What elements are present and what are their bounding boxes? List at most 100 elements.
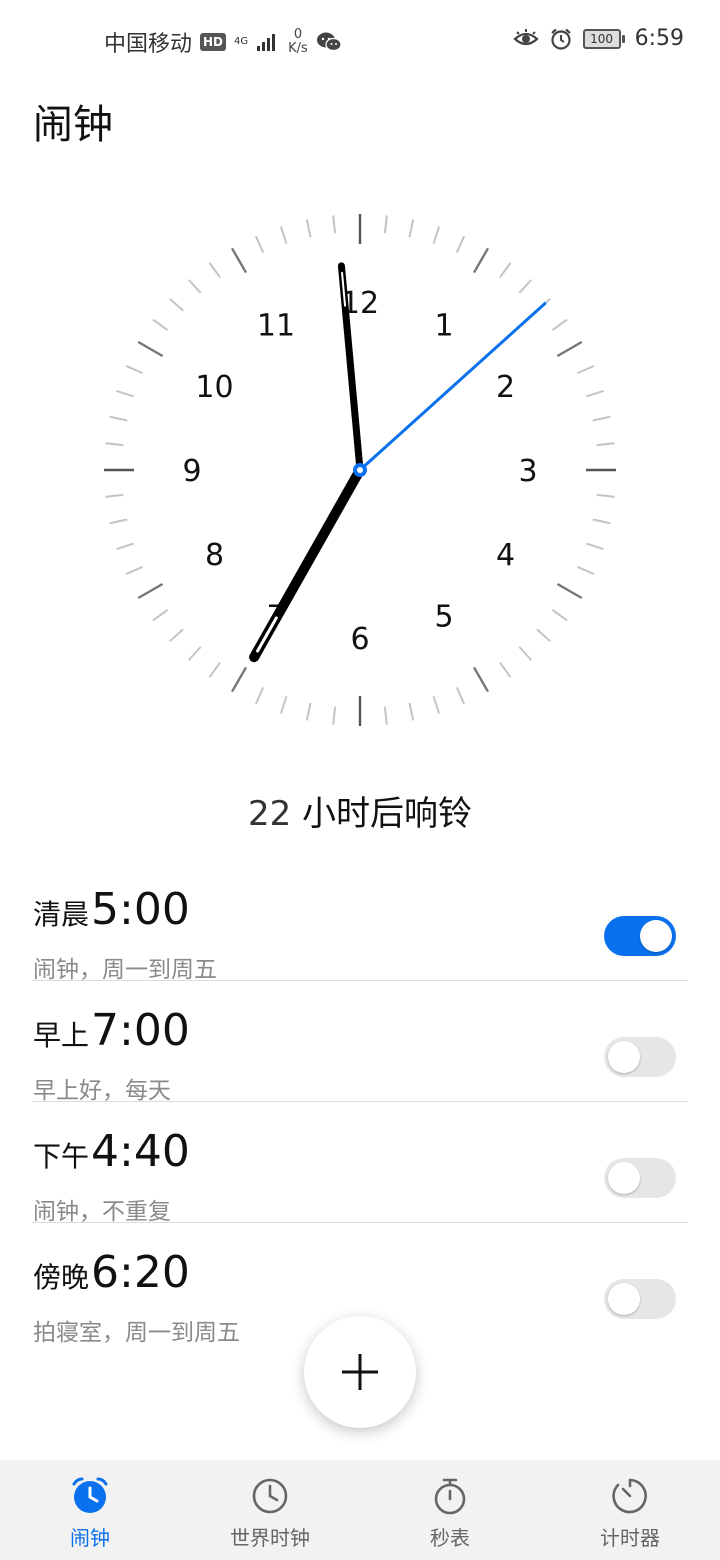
clock-tick [499, 262, 512, 279]
alarm-description: 闹钟，不重复 [33, 1199, 171, 1225]
clock-tick [230, 247, 248, 274]
clock-tick [455, 687, 466, 705]
clock-tick [592, 518, 611, 525]
clock-tick [586, 389, 604, 398]
clock-number: 1 [434, 309, 453, 344]
bottom-nav: 闹钟 世界时钟 秒表 计时器 [0, 1460, 720, 1560]
clock-tick [152, 609, 169, 622]
alarm-time: 4:40 [91, 1126, 190, 1177]
signal-icon [257, 34, 276, 51]
clock-tick [116, 389, 134, 398]
clock-center-dot [357, 467, 363, 473]
alarm-item[interactable]: 清晨 5:00 闹钟，周一到周五 [32, 860, 688, 983]
alarm-status-icon [550, 28, 571, 50]
battery-level: 100 [582, 28, 621, 49]
clock-tick [305, 219, 312, 238]
nav-world-clock[interactable]: 世界时钟 [180, 1460, 360, 1560]
nav-label: 闹钟 [70, 1526, 110, 1550]
clock-tick [536, 628, 551, 643]
alarm-time-line: 傍晚 6:20 [33, 1247, 190, 1298]
clock-tick [125, 364, 143, 375]
alarm-toggle[interactable] [604, 1279, 676, 1319]
clock-tick [279, 226, 288, 244]
toggle-knob [608, 1162, 640, 1194]
nav-stopwatch[interactable]: 秒表 [360, 1460, 540, 1560]
clock-tick [592, 415, 611, 422]
clock-number: 10 [195, 370, 233, 405]
clock-tick [472, 247, 490, 274]
clock-number: 9 [182, 454, 201, 489]
clock-number: 6 [350, 622, 369, 657]
clock-tick [187, 279, 202, 294]
clock-tick [105, 442, 124, 447]
alarm-period: 清晨 [33, 898, 90, 931]
clock-tick [586, 542, 604, 551]
next-alarm-hours: 22 [247, 794, 292, 834]
clock-tick [105, 493, 124, 498]
speed-value: 0 [293, 27, 303, 42]
alarm-toggle[interactable] [604, 1037, 676, 1077]
clock-tick [279, 696, 288, 714]
clock-tick [208, 262, 221, 279]
toggle-knob [640, 920, 672, 952]
alarm-toggle[interactable] [604, 1158, 676, 1198]
plus-icon [342, 1354, 378, 1390]
alarm-item[interactable]: 早上 7:00 早上好，每天 [32, 980, 688, 1104]
clock-tick [137, 340, 164, 358]
clock-tick [551, 609, 568, 622]
clock-tick [332, 215, 337, 234]
battery-tip [621, 34, 625, 43]
alarm-time-line: 下午 4:40 [33, 1126, 190, 1177]
clock-tick [577, 364, 595, 375]
nav-timer[interactable]: 计时器 [540, 1460, 720, 1560]
add-alarm-button[interactable] [304, 1316, 416, 1428]
battery-indicator: 100 [582, 28, 625, 49]
clock-tick [169, 628, 184, 643]
clock-tick [408, 219, 415, 238]
toggle-knob [608, 1041, 640, 1073]
clock-tick [125, 565, 143, 576]
alarm-toggle[interactable] [604, 916, 676, 956]
alarm-item[interactable]: 下午 4:40 闹钟，不重复 [32, 1101, 688, 1225]
eye-comfort-icon [512, 28, 539, 45]
clock-number: 2 [496, 370, 515, 405]
alarm-clock-icon [72, 1477, 108, 1513]
status-bar: 中国移动 HD 4G 0 K/s 100 6:59 [0, 0, 720, 84]
alarm-period: 早上 [33, 1019, 90, 1052]
clock-tick [432, 226, 441, 244]
alarm-time: 7:00 [91, 1005, 190, 1056]
clock-tick [518, 279, 533, 294]
clock-tick [187, 646, 202, 661]
clock-tick [169, 297, 184, 312]
clock-number: 4 [496, 538, 515, 573]
clock-tick [432, 696, 441, 714]
clock-tick [383, 706, 388, 725]
clock-tick [230, 666, 248, 693]
clock-tick [472, 666, 490, 693]
clock-tick [596, 493, 615, 498]
clock-tick [408, 702, 415, 721]
clock-tick [556, 340, 583, 358]
clock-tick [152, 318, 169, 331]
network-speed: 0 K/s [288, 28, 308, 56]
alarm-list: 清晨 5:00 闹钟，周一到周五 早上 7:00 早上好，每天 下午 4:40 … [0, 860, 720, 1346]
wechat-icon [316, 32, 342, 52]
clock-tick [109, 415, 128, 422]
clock-tick [254, 235, 265, 253]
alarm-time: 5:00 [91, 884, 190, 935]
clock-number: 8 [205, 538, 224, 573]
clock-tick [116, 542, 134, 551]
nav-label: 计时器 [600, 1526, 660, 1550]
nav-alarm[interactable]: 闹钟 [0, 1460, 180, 1560]
status-left: 中国移动 HD 4G 0 K/s [104, 26, 342, 58]
alarm-period: 下午 [33, 1140, 90, 1173]
nav-label: 世界时钟 [230, 1526, 310, 1550]
alarm-time-line: 清晨 5:00 [33, 884, 190, 935]
alarm-time-line: 早上 7:00 [33, 1005, 190, 1056]
page-title: 闹钟 [33, 102, 113, 148]
clock-number: 5 [434, 599, 453, 634]
clock-tick [551, 318, 568, 331]
nav-label: 秒表 [430, 1526, 470, 1550]
carrier-name: 中国移动 [104, 32, 193, 57]
network-type: 4G [234, 36, 249, 47]
